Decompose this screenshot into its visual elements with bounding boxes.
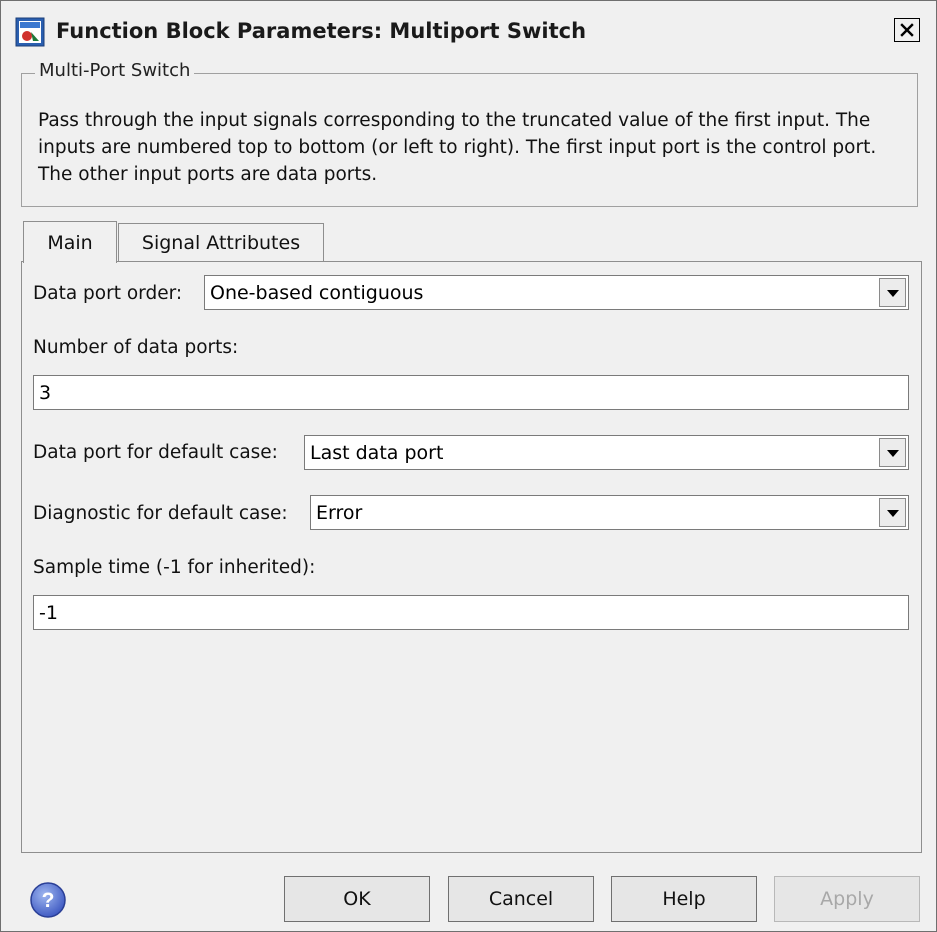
dialog-window: Function Block Parameters: Multiport Swi…: [0, 0, 937, 932]
apply-button-label: Apply: [820, 888, 874, 910]
default-case-port-value: Last data port: [310, 441, 444, 464]
num-data-ports-label: Number of data ports:: [33, 337, 239, 358]
diagnostic-default-label: Diagnostic for default case:: [33, 503, 288, 524]
data-port-order-label: Data port order:: [33, 283, 183, 304]
diagnostic-default-dropdown[interactable]: Error: [310, 495, 909, 530]
close-button[interactable]: [894, 18, 920, 42]
help-question-icon[interactable]: ?: [29, 881, 67, 919]
num-data-ports-value: 3: [39, 381, 52, 404]
chevron-down-icon: [886, 509, 899, 517]
close-icon: [900, 23, 914, 37]
simulink-block-icon: [15, 17, 45, 47]
sample-time-value: -1: [39, 601, 58, 624]
tab-signal-attributes[interactable]: Signal Attributes: [118, 223, 324, 261]
tab-main-label: Main: [47, 231, 93, 254]
help-button[interactable]: Help: [611, 876, 757, 922]
cancel-button[interactable]: Cancel: [448, 876, 594, 922]
chevron-down-icon: [886, 289, 899, 297]
default-case-port-dropdown[interactable]: Last data port: [304, 435, 909, 470]
svg-text:?: ?: [42, 889, 55, 912]
apply-button[interactable]: Apply: [774, 876, 920, 922]
dropdown-button[interactable]: [879, 438, 906, 467]
tab-main[interactable]: Main: [23, 221, 117, 263]
num-data-ports-input[interactable]: 3: [33, 375, 909, 410]
data-port-order-value: One-based contiguous: [210, 281, 424, 304]
chevron-down-icon: [886, 449, 899, 457]
dropdown-button[interactable]: [879, 278, 906, 307]
sample-time-label: Sample time (-1 for inherited):: [33, 557, 316, 578]
groupbox-title: Multi-Port Switch: [35, 60, 195, 81]
window-title: Function Block Parameters: Multiport Swi…: [56, 19, 587, 43]
cancel-button-label: Cancel: [488, 888, 554, 910]
diagnostic-default-value: Error: [316, 501, 363, 524]
title-bar[interactable]: Function Block Parameters: Multiport Swi…: [1, 1, 936, 49]
data-port-order-dropdown[interactable]: One-based contiguous: [204, 275, 909, 310]
dropdown-button[interactable]: [879, 498, 906, 527]
help-button-label: Help: [662, 888, 706, 910]
default-case-port-label: Data port for default case:: [33, 442, 278, 463]
ok-button[interactable]: OK: [284, 876, 430, 922]
ok-button-label: OK: [343, 888, 371, 910]
block-description: Pass through the input signals correspon…: [38, 110, 877, 185]
tab-signal-attributes-label: Signal Attributes: [141, 231, 301, 254]
sample-time-input[interactable]: -1: [33, 595, 909, 630]
